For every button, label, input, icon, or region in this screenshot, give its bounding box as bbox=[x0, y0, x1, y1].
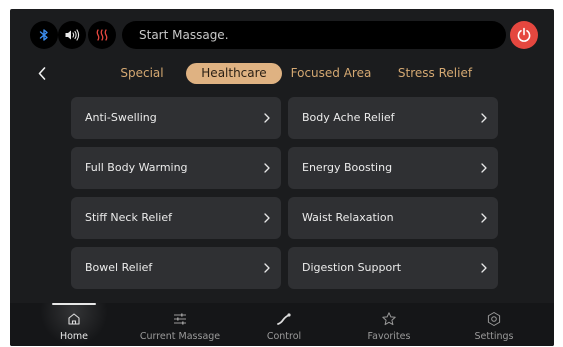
program-card-body-ache-relief[interactable]: Body Ache Relief bbox=[288, 97, 498, 139]
bluetooth-icon[interactable] bbox=[30, 21, 58, 49]
sliders-icon bbox=[174, 313, 186, 325]
program-label: Full Body Warming bbox=[85, 161, 188, 174]
chevron-right-icon bbox=[264, 113, 270, 123]
program-card-full-body-warming[interactable]: Full Body Warming bbox=[71, 147, 281, 189]
tab-special[interactable]: Special bbox=[102, 63, 182, 84]
program-card-bowel-relief[interactable]: Bowel Relief bbox=[71, 247, 281, 289]
chevron-left-icon bbox=[38, 66, 46, 80]
massage-status-text: Start Massage. bbox=[122, 21, 506, 49]
chevron-right-icon bbox=[264, 163, 270, 173]
program-label: Waist Relaxation bbox=[302, 211, 394, 224]
program-label: Digestion Support bbox=[302, 261, 402, 274]
power-button[interactable] bbox=[510, 21, 538, 49]
chevron-right-icon bbox=[481, 263, 487, 273]
nav-current-massage[interactable]: Current Massage bbox=[134, 303, 226, 346]
home-icon bbox=[68, 313, 80, 325]
star-icon bbox=[382, 312, 396, 326]
chevron-right-icon bbox=[481, 113, 487, 123]
chevron-right-icon bbox=[481, 213, 487, 223]
program-label: Energy Boosting bbox=[302, 161, 393, 174]
nav-control[interactable]: Control bbox=[254, 303, 314, 346]
tab-stress-relief[interactable]: Stress Relief bbox=[394, 63, 476, 84]
nav-favorites-label: Favorites bbox=[367, 331, 411, 342]
control-icon bbox=[277, 313, 291, 325]
nav-settings[interactable]: Settings bbox=[462, 303, 526, 346]
nav-favorites[interactable]: Favorites bbox=[356, 303, 422, 346]
nav-current-massage-label: Current Massage bbox=[139, 331, 221, 342]
chevron-right-icon bbox=[264, 213, 270, 223]
program-card-digestion-support[interactable]: Digestion Support bbox=[288, 247, 498, 289]
heat-icon[interactable] bbox=[88, 21, 116, 49]
active-indicator bbox=[52, 303, 96, 305]
program-label: Stiff Neck Relief bbox=[85, 211, 173, 224]
gear-icon bbox=[487, 312, 501, 326]
program-card-waist-relaxation[interactable]: Waist Relaxation bbox=[288, 197, 498, 239]
program-label: Anti-Swelling bbox=[85, 111, 157, 124]
bottom-nav: Home Current Massage Control Favorites S… bbox=[10, 303, 554, 346]
massage-chair-screen: Start Massage. Special Healthcare Focuse… bbox=[10, 9, 554, 346]
volume-icon[interactable] bbox=[58, 21, 86, 49]
program-card-anti-swelling[interactable]: Anti-Swelling bbox=[71, 97, 281, 139]
nav-home[interactable]: Home bbox=[40, 303, 108, 346]
power-icon bbox=[517, 27, 531, 42]
nav-home-label: Home bbox=[59, 331, 89, 342]
nav-control-label: Control bbox=[266, 331, 302, 342]
chevron-right-icon bbox=[264, 263, 270, 273]
status-bar: Start Massage. bbox=[30, 21, 506, 49]
program-card-stiff-neck-relief[interactable]: Stiff Neck Relief bbox=[71, 197, 281, 239]
program-card-energy-boosting[interactable]: Energy Boosting bbox=[288, 147, 498, 189]
program-label: Bowel Relief bbox=[85, 261, 153, 274]
back-button[interactable] bbox=[34, 63, 50, 83]
tab-healthcare[interactable]: Healthcare bbox=[186, 63, 282, 84]
tab-focused-area[interactable]: Focused Area bbox=[286, 63, 376, 84]
chevron-right-icon bbox=[481, 163, 487, 173]
program-label: Body Ache Relief bbox=[302, 111, 395, 124]
nav-settings-label: Settings bbox=[474, 331, 514, 342]
